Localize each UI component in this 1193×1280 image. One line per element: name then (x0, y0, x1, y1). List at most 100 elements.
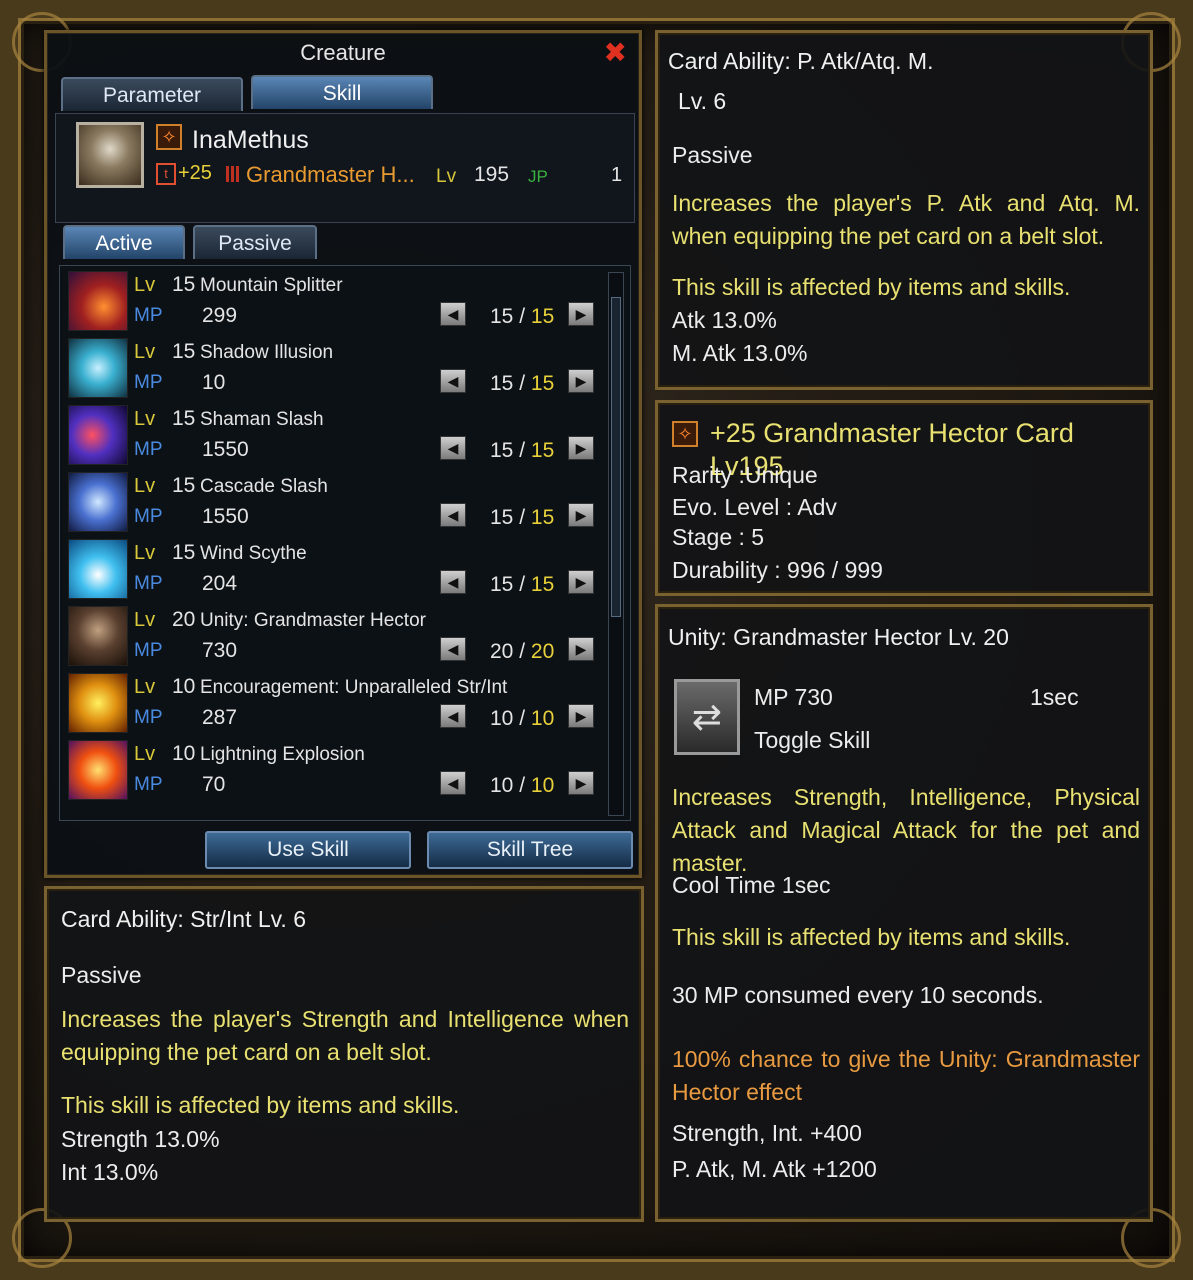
increase-arrow-icon[interactable]: ▶ (568, 570, 594, 594)
scroll-thumb[interactable] (611, 297, 621, 617)
lv-label: Lv (134, 274, 156, 296)
stat-line: M. Atk 13.0% (672, 340, 808, 366)
list-item[interactable]: Lv 15 Mountain Splitter MP 299 ◀ 15 / 15… (60, 268, 605, 335)
skill-description: Increases the player's P. Atk and Atq. M… (672, 190, 1140, 249)
decrease-arrow-icon[interactable]: ◀ (440, 704, 466, 728)
mp-label: MP (134, 372, 163, 393)
shaman-slash-icon (68, 405, 128, 465)
card-gem-icon: ✧ (672, 421, 698, 447)
slash: / (519, 640, 526, 663)
list-item[interactable]: Lv 15 Cascade Slash MP 1550 ◀ 15 / 15 ▶ (60, 469, 605, 536)
effect-chance: 100% chance to give the Unity: Grandmast… (672, 1046, 1140, 1105)
skill-mp: 10 (202, 371, 226, 394)
skill-max: 15 (530, 305, 555, 328)
item-stage: Stage : 5 (672, 524, 765, 550)
lv-label: Lv (436, 166, 457, 187)
unity-skill-tooltip: Unity: Grandmaster Hector Lv. 20 ⇄ MP 73… (655, 604, 1153, 1222)
skill-level: 10 (172, 675, 196, 698)
skill-mp: 730 (202, 639, 238, 662)
tab-active[interactable]: Active (63, 225, 185, 259)
tab-passive[interactable]: Passive (193, 225, 317, 259)
increase-arrow-icon[interactable]: ▶ (568, 503, 594, 527)
slash: / (519, 305, 526, 328)
slash: / (519, 506, 526, 529)
skill-mp-cost: MP 730 (754, 684, 833, 710)
skill-tree-button[interactable]: Skill Tree (427, 831, 633, 869)
lv-label: Lv (134, 341, 156, 363)
lv-value: 195 (474, 163, 510, 186)
mp-label: MP (134, 774, 163, 795)
decrease-arrow-icon[interactable]: ◀ (440, 503, 466, 527)
skill-mp: 1550 (202, 505, 249, 528)
skill-description: Increases Strength, Intelligence, Physic… (672, 784, 1140, 876)
slash: / (519, 707, 526, 730)
shadow-illusion-icon (68, 338, 128, 398)
skill-name: Unity: Grandmaster Hector (200, 610, 426, 631)
mp-label: MP (134, 305, 163, 326)
item-rarity: Rarity :Unique (672, 462, 818, 488)
skill-mp: 70 (202, 773, 226, 796)
lv-label: Lv (134, 676, 156, 698)
list-item[interactable]: Lv 10 Encouragement: Unparalleled Str/In… (60, 670, 605, 737)
skill-level: 15 (172, 541, 196, 564)
scrollbar[interactable] (608, 272, 624, 816)
list-item[interactable]: Lv 20 Unity: Grandmaster Hector MP 730 ◀… (60, 603, 605, 670)
card-gem-icon: ✧ (156, 124, 182, 150)
skill-max: 15 (530, 506, 555, 529)
skill-level: 20 (172, 608, 196, 631)
lv-label: Lv (134, 408, 156, 430)
close-icon[interactable]: ✖ (604, 39, 627, 67)
decrease-arrow-icon[interactable]: ◀ (440, 302, 466, 326)
list-item[interactable]: Lv 15 Shaman Slash MP 1550 ◀ 15 / 15 ▶ (60, 402, 605, 469)
mp-label: MP (134, 707, 163, 728)
list-item[interactable]: Lv 15 Shadow Illusion MP 10 ◀ 15 / 15 ▶ (60, 335, 605, 402)
increase-arrow-icon[interactable]: ▶ (568, 771, 594, 795)
use-skill-button[interactable]: Use Skill (205, 831, 411, 869)
skill-current: 15 (490, 372, 514, 395)
skill-mp: 299 (202, 304, 238, 327)
tab-skill[interactable]: Skill (251, 75, 433, 109)
skill-current: 10 (490, 707, 514, 730)
affected-note: This skill is affected by items and skil… (672, 924, 1071, 950)
increase-arrow-icon[interactable]: ▶ (568, 436, 594, 460)
skill-mp: 1550 (202, 438, 249, 461)
increase-arrow-icon[interactable]: ▶ (568, 302, 594, 326)
increase-arrow-icon[interactable]: ▶ (568, 637, 594, 661)
card-atk-tooltip: Card Ability: P. Atk/Atq. M. Lv. 6 Passi… (655, 30, 1153, 390)
tooltip-title-level: Lv. 6 (678, 88, 727, 114)
decrease-arrow-icon[interactable]: ◀ (440, 570, 466, 594)
lv-label: Lv (134, 743, 156, 765)
decrease-arrow-icon[interactable]: ◀ (440, 771, 466, 795)
toggle-skill-icon: ⇄ (674, 679, 740, 755)
lightning-explosion-icon (68, 740, 128, 800)
mp-label: MP (134, 439, 163, 460)
slash: / (519, 439, 526, 462)
decrease-arrow-icon[interactable]: ◀ (440, 369, 466, 393)
skill-level: 10 (172, 742, 196, 765)
increase-arrow-icon[interactable]: ▶ (568, 369, 594, 393)
skill-level: 15 (172, 474, 196, 497)
decrease-arrow-icon[interactable]: ◀ (440, 637, 466, 661)
item-durability: Durability : 996 / 999 (672, 557, 883, 583)
window-title: Creature (300, 40, 386, 65)
skill-level: 15 (172, 407, 196, 430)
list-item[interactable]: Lv 10 Lightning Explosion MP 70 ◀ 10 / 1… (60, 737, 605, 804)
list-item[interactable]: Lv 15 Wind Scythe MP 204 ◀ 15 / 15 ▶ (60, 536, 605, 603)
mp-label: MP (134, 573, 163, 594)
tooltip-title: Card Ability: P. Atk/Atq. M. (668, 48, 934, 74)
skill-name: Wind Scythe (200, 543, 307, 564)
increase-arrow-icon[interactable]: ▶ (568, 704, 594, 728)
skill-name: Cascade Slash (200, 476, 328, 497)
skill-cast-time: 1sec (1030, 684, 1079, 710)
skill-max: 15 (530, 573, 555, 596)
creature-name: InaMethus (192, 126, 309, 154)
lv-label: Lv (134, 475, 156, 497)
affected-note: This skill is affected by items and skil… (61, 1092, 460, 1118)
tab-parameter[interactable]: Parameter (61, 77, 243, 111)
rank-icon (226, 166, 240, 182)
skill-max: 20 (530, 640, 555, 663)
encouragement-icon (68, 673, 128, 733)
creature-info: ✧ InaMethus t +25 Grandmaster H... Lv 19… (55, 113, 635, 223)
wind-scythe-icon (68, 539, 128, 599)
decrease-arrow-icon[interactable]: ◀ (440, 436, 466, 460)
